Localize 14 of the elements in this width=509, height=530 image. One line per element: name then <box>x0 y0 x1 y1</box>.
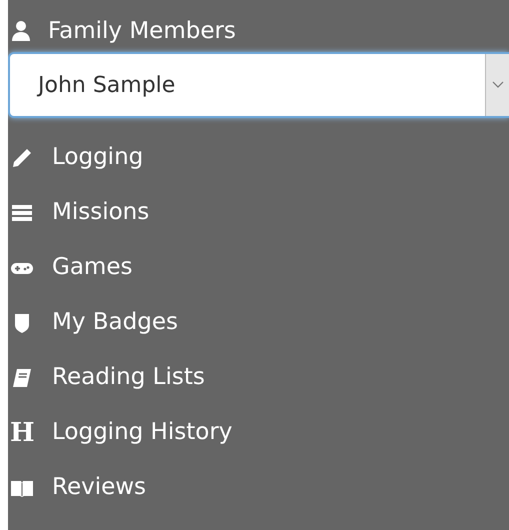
dropdown-toggle[interactable] <box>485 54 509 116</box>
menu-item[interactable]: H Logging History <box>8 405 509 460</box>
letter-icon: H <box>10 420 34 446</box>
menu-item[interactable]: My Badges <box>8 295 509 350</box>
select-value: John Sample <box>36 72 176 100</box>
menu-item[interactable]: Logging <box>8 130 509 185</box>
section-heading: Family Members <box>48 16 236 46</box>
person-icon <box>10 19 32 43</box>
chevron-icon <box>492 81 504 89</box>
menu-item[interactable]: Reading Lists <box>8 350 509 405</box>
menu-item[interactable]: Missions <box>8 185 509 240</box>
menu-item[interactable]: Reviews <box>8 460 509 515</box>
menu-item[interactable]: Games <box>8 240 509 295</box>
member-select[interactable]: John Sample <box>8 52 509 118</box>
